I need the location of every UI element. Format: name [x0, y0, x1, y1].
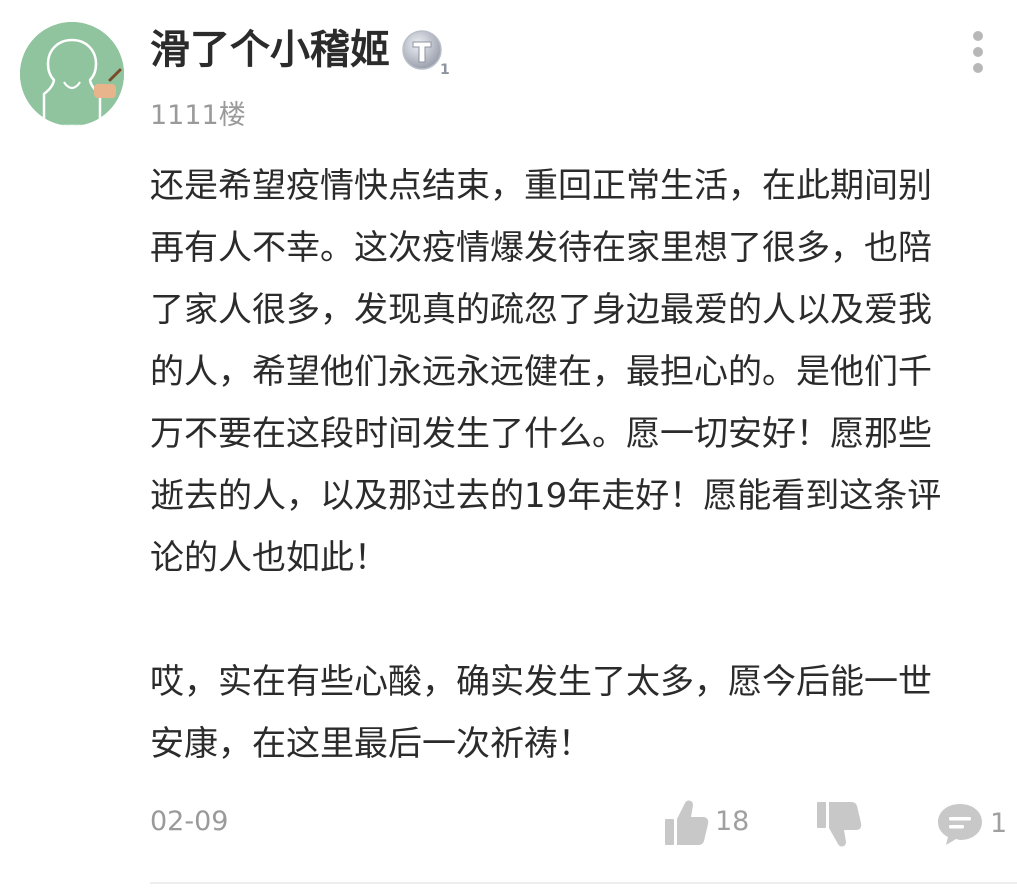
content-line: 安康，在这里最后一次祈祷！	[150, 724, 592, 764]
comment-date: 02-09	[150, 806, 229, 837]
content-line: 哎，实在有些心酸，确实发生了太多，愿今后能一世	[150, 662, 932, 702]
dislike-button[interactable]	[815, 800, 865, 850]
user-avatar[interactable]	[20, 22, 124, 126]
like-count: 18	[715, 806, 750, 837]
divider	[150, 882, 1017, 884]
svg-text:1: 1	[440, 62, 450, 76]
content-line: 还是希望疫情快点结束，重回正常生活，在此期间别	[150, 166, 932, 206]
content-line: 的人，希望他们永远永远健在，最担心的。是他们千	[150, 352, 932, 392]
content-line: 了家人很多，发现真的疏忽了身边最爱的人以及爱我	[150, 290, 932, 330]
thumbs-up-icon	[665, 800, 709, 845]
like-button[interactable]: 18	[663, 796, 749, 848]
username[interactable]: 滑了个小稽姬	[150, 25, 390, 75]
comment-bubble-icon	[938, 804, 982, 845]
content-line: 万不要在这段时间发生了什么。愿一切安好！愿那些	[150, 414, 932, 454]
floor-number: 1111楼	[150, 100, 246, 131]
content-line: 逝去的人，以及那过去的19年走好！愿能看到这条评	[150, 476, 942, 516]
reply-count: 1	[990, 808, 1008, 839]
more-vertical-icon	[973, 31, 983, 73]
comment-content: 还是希望疫情快点结束，重回正常生活，在此期间别 再有人不幸。这次疫情爆发待在家里…	[150, 155, 980, 775]
content-line: 再有人不幸。这次疫情爆发待在家里想了很多，也陪	[150, 228, 932, 268]
thumbs-down-icon	[817, 802, 862, 847]
default-avatar-icon	[20, 22, 124, 126]
more-options-button[interactable]	[958, 26, 998, 78]
level-badge-icon: 1	[398, 28, 452, 76]
reply-button[interactable]: 1	[936, 800, 1007, 848]
content-line: 论的人也如此！	[150, 538, 388, 578]
